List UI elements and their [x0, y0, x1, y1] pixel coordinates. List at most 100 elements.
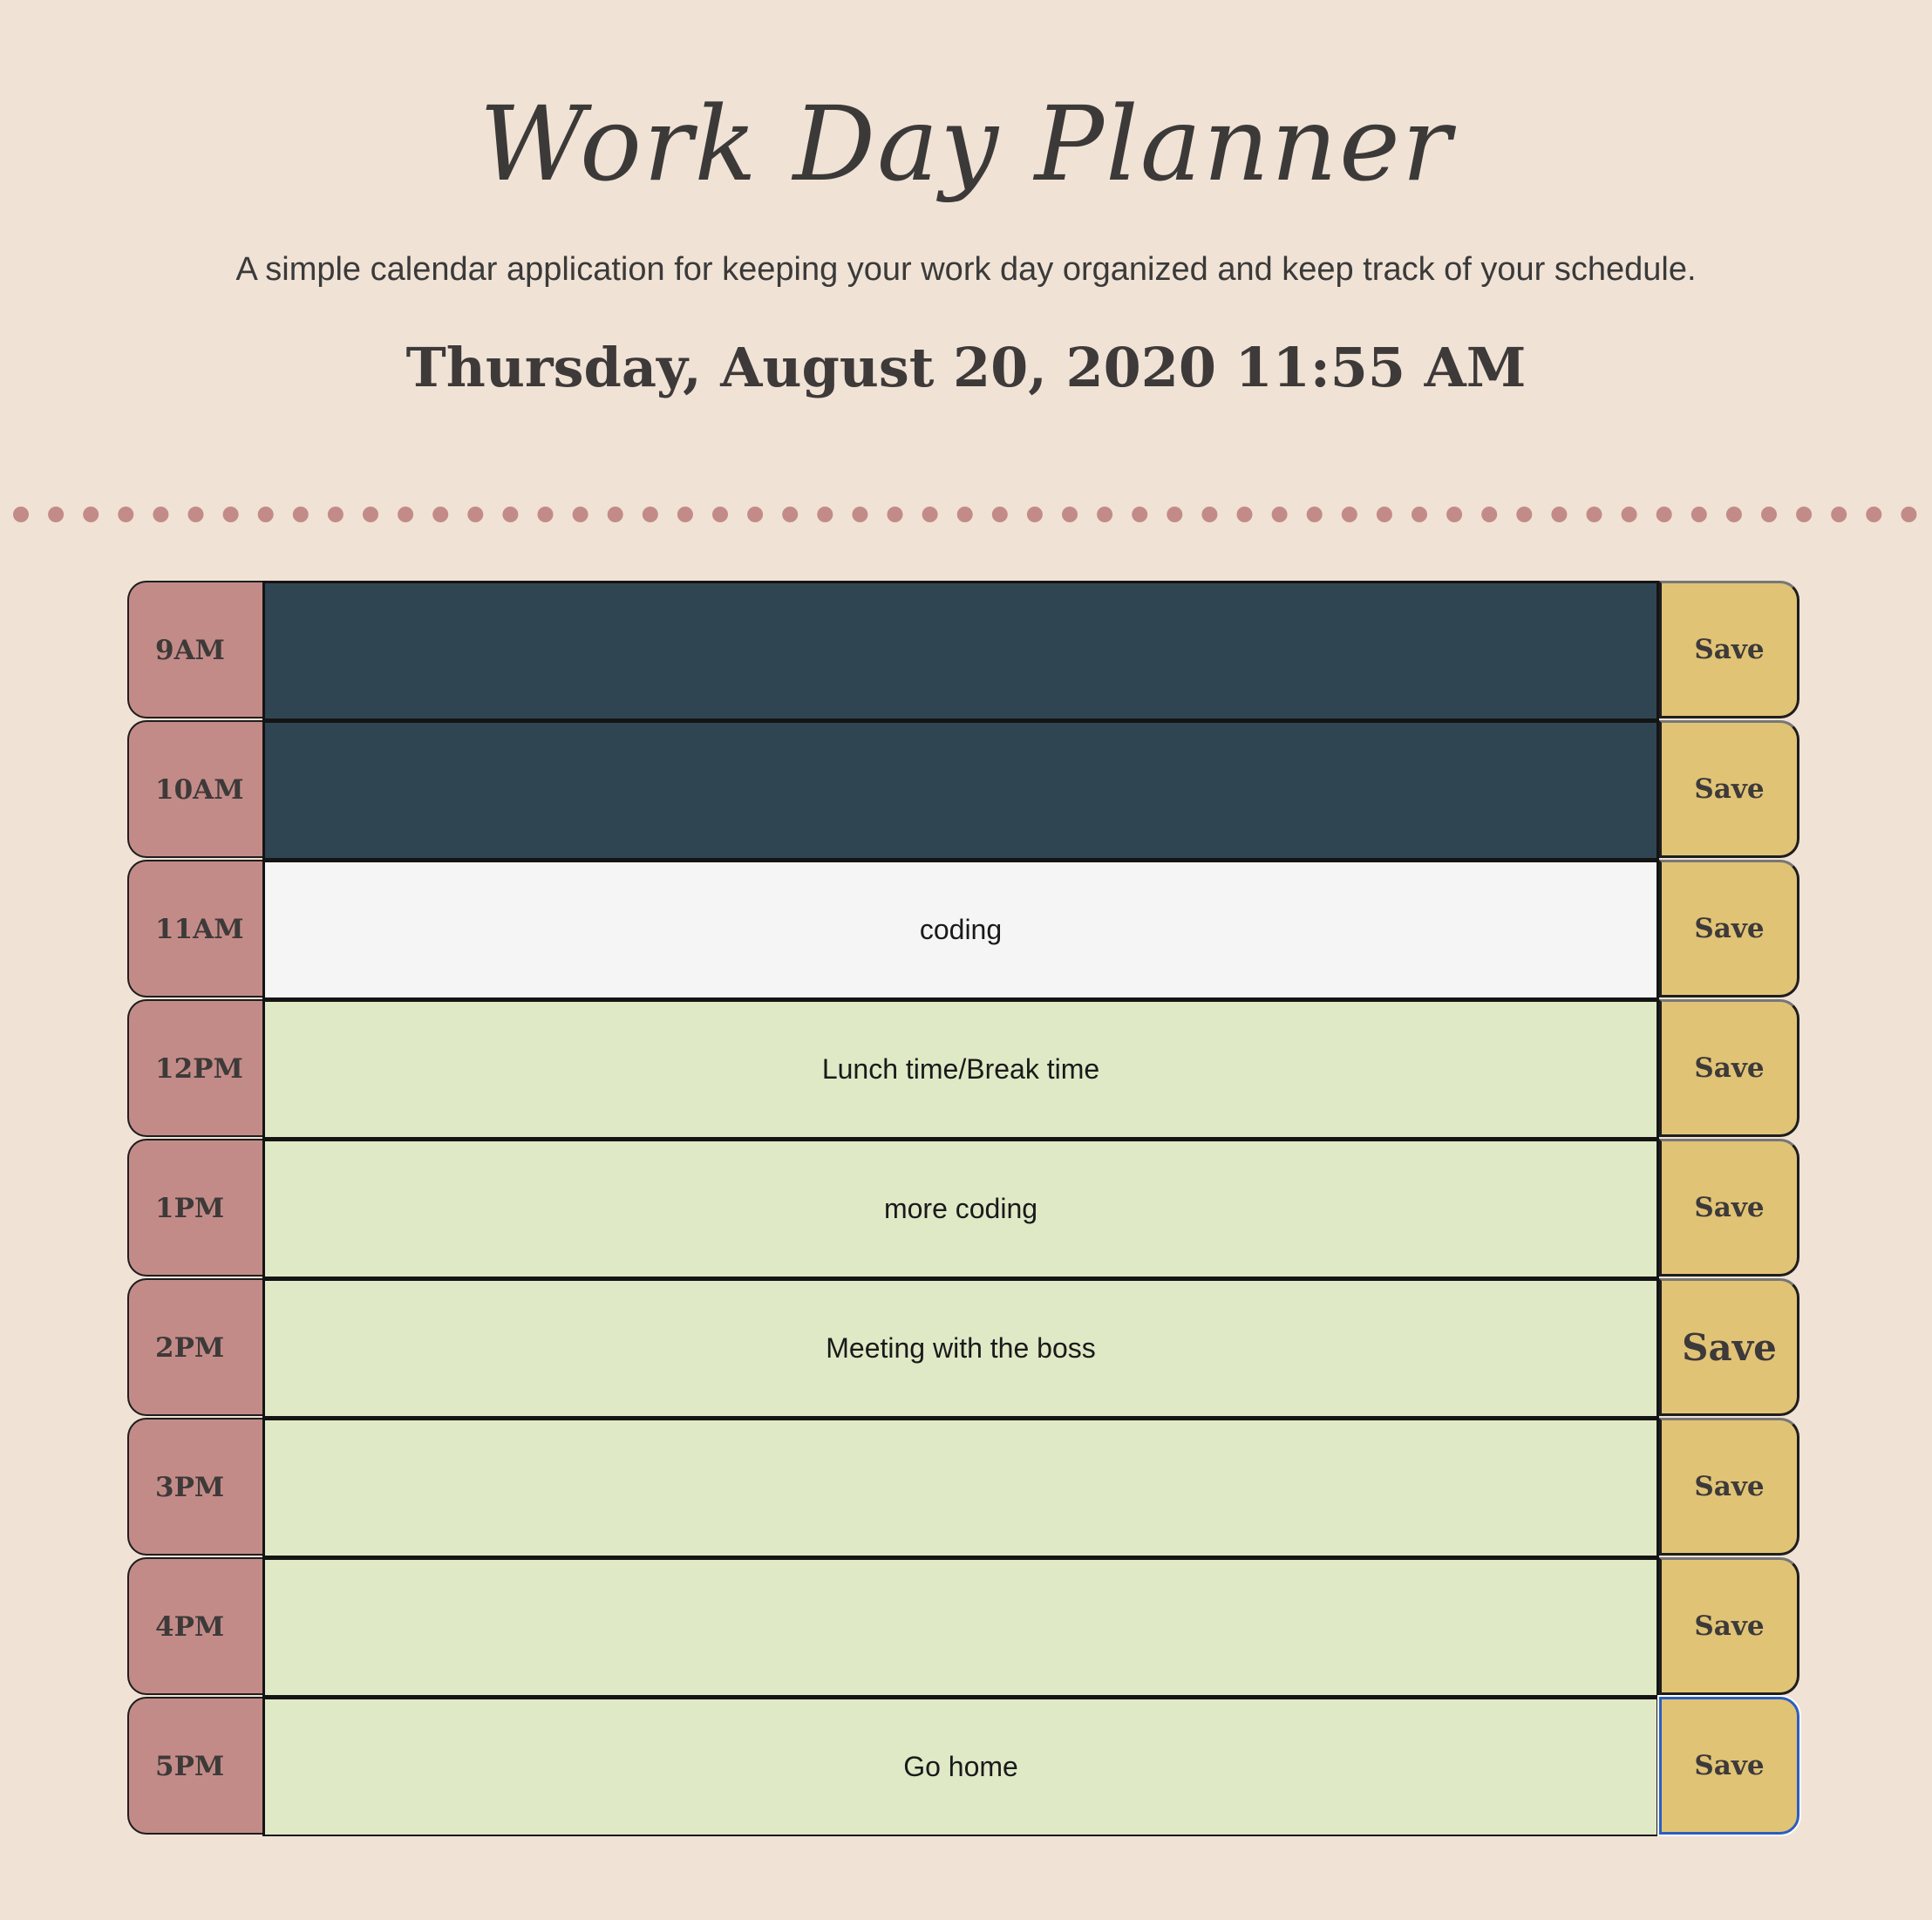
- save-button[interactable]: Save: [1659, 720, 1799, 858]
- time-block-row: 12PM Lunch time/Break time Save: [127, 999, 1799, 1139]
- divider-dot: [48, 507, 65, 522]
- hour-block: 5PM: [127, 1697, 264, 1835]
- task-input[interactable]: Lunch time/Break time: [262, 999, 1659, 1139]
- divider-dot: [187, 507, 204, 522]
- time-block-row: 1PM more coding Save: [127, 1139, 1799, 1278]
- divider-dot: [153, 507, 169, 522]
- divider-dot: [1376, 507, 1392, 522]
- hour-label: 2PM: [155, 1332, 225, 1364]
- hour-label: 12PM: [155, 1053, 243, 1085]
- hour-block: 11AM: [127, 860, 264, 997]
- divider-dot: [922, 507, 938, 522]
- task-input[interactable]: Meeting with the boss: [262, 1278, 1659, 1418]
- divider-dot: [1901, 507, 1917, 522]
- divider-dot: [363, 507, 378, 522]
- divider-dot: [1690, 507, 1707, 522]
- hour-block: 9AM: [127, 581, 264, 718]
- save-button[interactable]: Save: [1659, 1557, 1799, 1695]
- time-block-row: 9AM Save: [127, 581, 1799, 720]
- divider-dot: [432, 507, 449, 522]
- divider-dot: [1201, 507, 1218, 522]
- page-subtitle: A simple calendar application for keepin…: [235, 251, 1697, 288]
- divider-dot: [1412, 507, 1427, 522]
- time-block-row: 10AM Save: [127, 720, 1799, 860]
- current-datetime: Thursday, August 20, 2020 11:55 AM: [405, 336, 1527, 399]
- hour-block: 10AM: [127, 720, 264, 858]
- hour-label: 5PM: [155, 1751, 225, 1782]
- dotted-divider-graphic: [13, 507, 1917, 522]
- divider-dot: [1097, 507, 1113, 522]
- hour-label: 3PM: [155, 1472, 225, 1503]
- divider-dot: [13, 507, 29, 522]
- divider-dot: [257, 507, 274, 522]
- divider-dot: [1026, 507, 1043, 522]
- divider-dot: [887, 507, 903, 522]
- hour-label: 9AM: [155, 635, 225, 666]
- save-button[interactable]: Save: [1659, 999, 1799, 1137]
- divider-dot: [1236, 507, 1253, 522]
- hour-block: 2PM: [127, 1278, 264, 1416]
- divider-dot: [782, 507, 799, 522]
- divider-dot: [292, 507, 309, 522]
- divider-dot: [1341, 507, 1357, 522]
- divider-dot: [572, 507, 588, 522]
- divider-dot: [1481, 507, 1498, 522]
- divider-dot: [1761, 507, 1777, 522]
- divider-dot: [1167, 507, 1183, 522]
- divider-dot: [1551, 507, 1568, 522]
- divider-dot: [118, 507, 134, 522]
- divider-dot: [1306, 507, 1323, 522]
- divider-dot: [1062, 507, 1078, 522]
- divider-dot: [1516, 507, 1533, 522]
- divider-dot: [1271, 507, 1288, 522]
- divider-dot: [502, 507, 519, 522]
- time-block-row: 5PM Go home Save: [127, 1697, 1799, 1836]
- divider-dot: [642, 507, 658, 522]
- divider-dot: [1725, 507, 1742, 522]
- save-button[interactable]: Save: [1659, 1697, 1799, 1835]
- task-input[interactable]: [262, 720, 1659, 860]
- divider-dot: [1621, 507, 1637, 522]
- hour-block: 12PM: [127, 999, 264, 1137]
- divider-dot: [991, 507, 1008, 522]
- task-input[interactable]: coding: [262, 860, 1659, 999]
- save-button[interactable]: Save: [1659, 1278, 1799, 1416]
- time-block-row: 2PM Meeting with the boss Save: [127, 1278, 1799, 1418]
- divider-dot: [1831, 507, 1847, 522]
- divider-dot: [712, 507, 728, 522]
- task-input[interactable]: more coding: [262, 1139, 1659, 1278]
- save-button[interactable]: Save: [1659, 581, 1799, 718]
- divider-dot: [817, 507, 833, 522]
- hour-block: 4PM: [127, 1557, 264, 1695]
- planner-grid: 9AM Save 10AM Save 11AM coding Save 12PM…: [127, 581, 1799, 1836]
- save-button[interactable]: Save: [1659, 860, 1799, 997]
- divider-dot: [1656, 507, 1672, 522]
- divider-dot: [607, 507, 623, 522]
- save-button[interactable]: Save: [1659, 1418, 1799, 1556]
- task-input[interactable]: [262, 581, 1659, 720]
- task-input[interactable]: Go home: [262, 1697, 1659, 1836]
- divider-dot: [747, 507, 764, 522]
- divider-dot: [677, 507, 693, 522]
- divider-dot: [398, 507, 414, 522]
- time-block-row: 4PM Save: [127, 1557, 1799, 1697]
- hour-label: 1PM: [155, 1193, 225, 1224]
- save-button[interactable]: Save: [1659, 1139, 1799, 1277]
- divider-dot: [83, 507, 99, 522]
- divider-dot: [222, 507, 239, 522]
- divider-dot: [1866, 507, 1882, 522]
- dotted-divider: [0, 504, 1932, 525]
- hour-block: 1PM: [127, 1139, 264, 1277]
- divider-dot: [467, 507, 484, 522]
- page-title: Work Day Planner: [479, 84, 1453, 204]
- hour-label: 11AM: [155, 914, 244, 945]
- divider-dot: [1796, 507, 1813, 522]
- divider-dot: [327, 507, 344, 522]
- hour-label: 10AM: [155, 774, 244, 806]
- divider-dot: [852, 507, 868, 522]
- task-input[interactable]: [262, 1418, 1659, 1557]
- task-input[interactable]: [262, 1557, 1659, 1697]
- hour-label: 4PM: [155, 1611, 225, 1643]
- divider-dot: [1586, 507, 1602, 522]
- hour-block: 3PM: [127, 1418, 264, 1556]
